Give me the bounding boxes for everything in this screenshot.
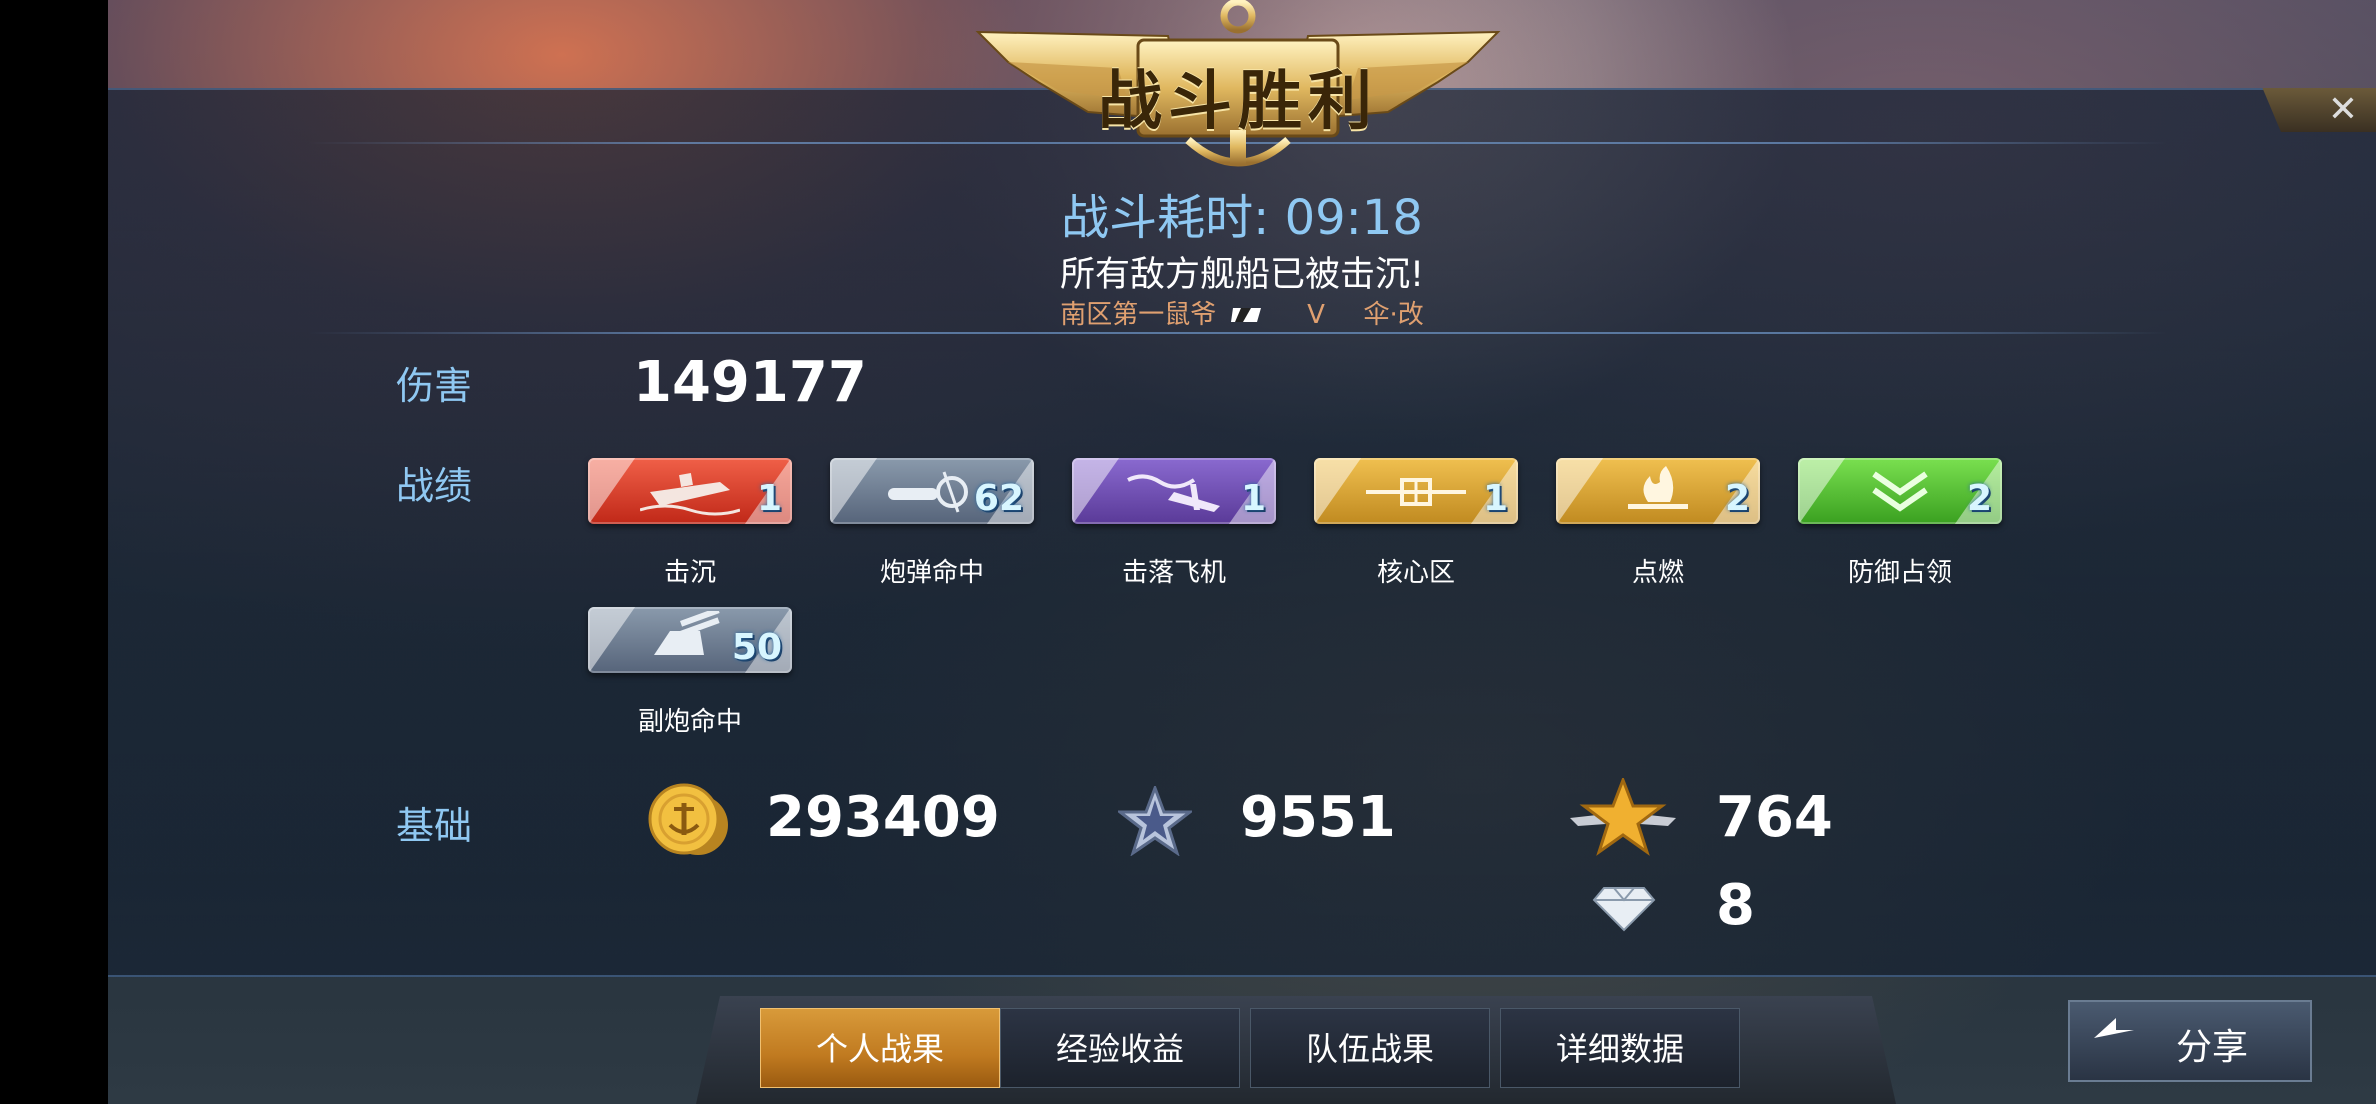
achievements-label: 战绩 [396, 464, 473, 508]
ship-name: 伞·改 [1363, 300, 1424, 330]
free-experience-icon [1568, 775, 1678, 862]
sinking-ship-icon [640, 473, 740, 516]
victory-emblem: 战斗胜利 [868, 0, 1608, 185]
tab-team-results[interactable]: 队伍战果 [1250, 1008, 1490, 1088]
share-label: 分享 [2176, 1027, 2249, 1068]
defend-chevron-icon [1872, 471, 1928, 512]
player-name: 南区第一鼠爷 [1060, 300, 1217, 330]
free-experience-value: 764 [1716, 785, 1833, 850]
coin-icon [646, 783, 732, 861]
damage-label: 伤害 [396, 364, 473, 408]
basics-label: 基础 [396, 804, 473, 848]
medal-count: 2 [1966, 478, 1992, 519]
medal-count: 1 [1482, 478, 1508, 519]
coins-value: 293409 [766, 785, 1000, 850]
plane-down-icon [1127, 474, 1220, 512]
game-screen: 战斗胜利 ✕ 战斗耗时: 09:18 所有敌方舰船已被击沉! 南区第一鼠爷 V … [108, 0, 2376, 1104]
shell-hit-icon [888, 471, 968, 513]
flag-icon [1230, 301, 1263, 331]
experience-value: 9551 [1240, 785, 1396, 850]
victory-title: 战斗胜利 [1098, 65, 1378, 139]
divider-mid [308, 332, 2168, 334]
medal-count: 1 [1240, 478, 1266, 519]
medal-plane-down[interactable]: 1 击落飞机 [1072, 458, 1276, 608]
secondary-gun-icon [654, 611, 720, 655]
diamonds-value: 8 [1716, 873, 1755, 938]
share-button[interactable]: 分享 [2068, 1000, 2312, 1082]
player-rank: V [1307, 300, 1325, 330]
medal-count: 62 [973, 478, 1024, 519]
medal-count: 2 [1724, 478, 1750, 519]
tab-personal-results[interactable]: 个人战果 [760, 1008, 1000, 1088]
battle-result-text: 所有敌方舰船已被击沉! [1059, 255, 1425, 295]
fire-icon [1628, 466, 1688, 509]
citadel-icon [1366, 478, 1466, 506]
medal-count: 50 [731, 627, 782, 668]
medal-citadel[interactable]: 1 核心区 [1314, 458, 1518, 608]
battle-time-label: 战斗耗时: [1061, 190, 1270, 246]
experience-star-icon [1115, 783, 1195, 860]
medal-sink[interactable]: 1 击沉 [588, 458, 792, 608]
share-arrow-icon [2094, 1018, 2134, 1038]
medal-shell-hit[interactable]: 62 炮弹命中 [830, 458, 1034, 608]
tab-detailed-data[interactable]: 详细数据 [1500, 1008, 1740, 1088]
medal-count: 1 [756, 478, 782, 519]
medal-defend[interactable]: 2 防御占领 [1798, 458, 2002, 608]
battle-time-value: 09:18 [1284, 190, 1423, 246]
player-info: 南区第一鼠爷 V 伞·改 [108, 294, 2376, 331]
damage-value: 149177 [633, 350, 867, 415]
battle-time: 战斗耗时: 09:18 [108, 178, 2376, 248]
medal-fire[interactable]: 2 点燃 [1556, 458, 1760, 608]
diamond-icon [1592, 884, 1656, 936]
medal-secondary-hit[interactable]: 50 副炮命中 [588, 607, 792, 757]
tab-experience-gain[interactable]: 经验收益 [1000, 1008, 1240, 1088]
